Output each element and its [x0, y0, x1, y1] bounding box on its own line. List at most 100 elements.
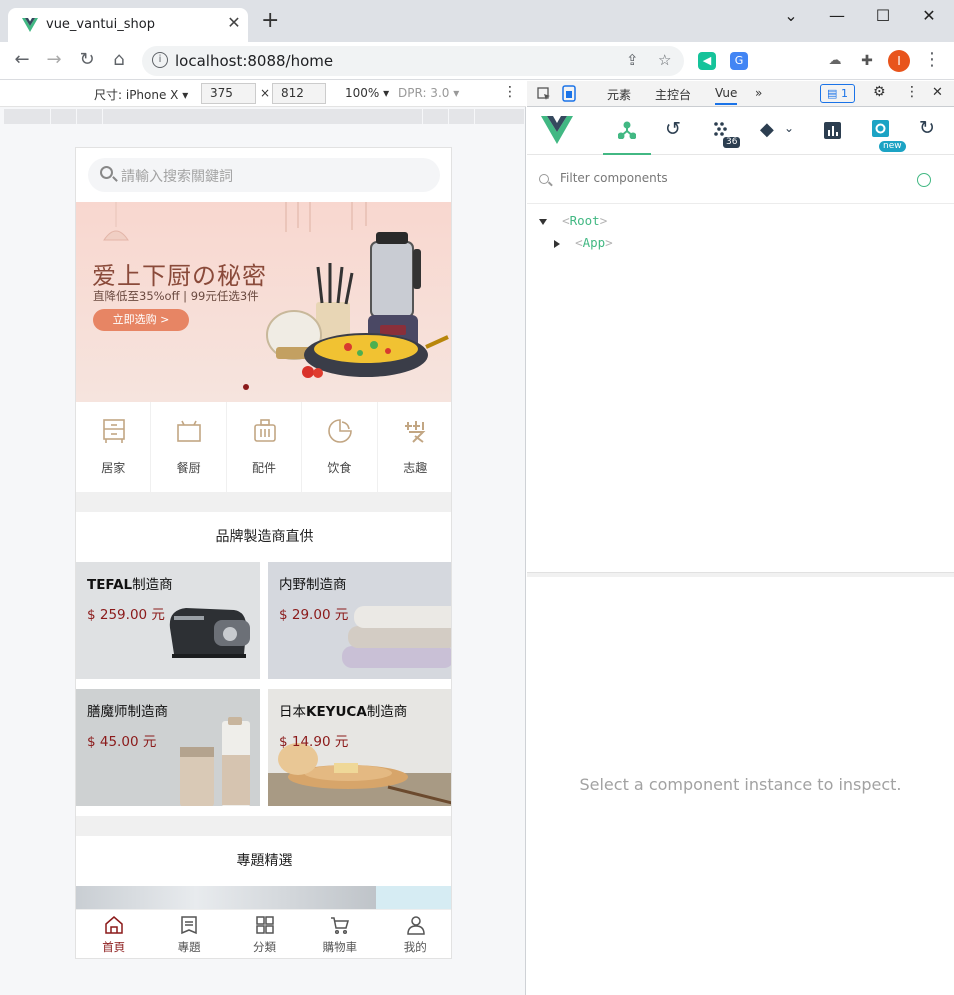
- forward-icon[interactable]: →: [42, 49, 66, 70]
- extension-audio-icon[interactable]: ◀: [698, 52, 716, 70]
- brand-price: $ 14.90 元: [279, 734, 349, 750]
- category-item-kitchen[interactable]: 餐厨: [151, 402, 227, 492]
- towels-image: [342, 606, 451, 668]
- tab-console[interactable]: 主控台: [655, 86, 691, 103]
- carousel-indicator[interactable]: [243, 384, 249, 390]
- home-icon: [105, 916, 123, 934]
- banner-subline: 直降低至35%off | 99元任选3件: [93, 289, 259, 303]
- new-badge: new: [879, 141, 906, 152]
- plugin-settings-tab[interactable]: new: [857, 107, 906, 155]
- timeline-tab[interactable]: ↺: [651, 107, 699, 155]
- tab-search-icon[interactable]: ⌄: [768, 6, 814, 25]
- category-item-hobby[interactable]: 志趣: [378, 402, 451, 492]
- tabbar-item-cart[interactable]: 購物車: [302, 910, 377, 958]
- toaster-image: [169, 608, 250, 658]
- issues-badge[interactable]: ▤ 1: [820, 84, 855, 103]
- dpr-select[interactable]: DPR: 3.0 ▾: [398, 86, 459, 100]
- refresh-icon[interactable]: ↻: [919, 117, 935, 139]
- minimize-icon[interactable]: —: [814, 6, 860, 25]
- components-tree-icon: [618, 121, 636, 139]
- topic-image[interactable]: [376, 886, 451, 909]
- tab-elements[interactable]: 元素: [607, 86, 631, 103]
- zoom-select[interactable]: 100% ▾: [345, 86, 389, 100]
- tabbar-item-categories[interactable]: 分類: [227, 910, 302, 958]
- close-devtools-icon[interactable]: ✕: [932, 85, 943, 100]
- tabbar-label: 專題: [177, 940, 201, 954]
- tree-node-root[interactable]: <Root>: [539, 213, 607, 228]
- reload-icon[interactable]: ↻: [75, 49, 99, 70]
- dots-grid-icon: [714, 122, 727, 136]
- device-toggle-icon[interactable]: [562, 85, 576, 102]
- thermos-image: [180, 717, 250, 806]
- tabbar-item-profile[interactable]: 我的: [378, 910, 451, 958]
- category-item-home[interactable]: 居家: [76, 402, 152, 492]
- home-icon[interactable]: ⌂: [107, 49, 131, 70]
- category-item-accessories[interactable]: 配件: [227, 402, 303, 492]
- new-tab-icon[interactable]: +: [261, 10, 279, 32]
- pot-icon: [177, 420, 202, 442]
- browser-tab[interactable]: vue_vantui_shop ✕: [8, 8, 248, 42]
- expanded-caret-icon[interactable]: [539, 218, 547, 225]
- back-icon[interactable]: ←: [10, 49, 34, 70]
- timeline-count-badge: 36: [723, 137, 741, 148]
- banner-cta-button[interactable]: 立即选购 >: [93, 309, 189, 331]
- brand-price: $ 45.00 元: [87, 734, 157, 750]
- close-tab-icon[interactable]: ✕: [225, 14, 243, 32]
- routes-tab[interactable]: ◆ ⌄: [752, 107, 802, 155]
- select-component-target-icon[interactable]: [917, 173, 931, 187]
- tabbar-label: 首頁: [102, 940, 126, 954]
- route-diamond-icon: ◆: [760, 119, 774, 140]
- search-placeholder: 請輸入搜索關鍵詞: [121, 169, 233, 185]
- settings-gear-icon[interactable]: ⚙: [873, 84, 886, 100]
- components-tab[interactable]: [603, 107, 651, 155]
- tabbar-item-home[interactable]: 首頁: [76, 910, 151, 958]
- component-filter-input[interactable]: Filter components: [527, 156, 954, 204]
- browser-toolbar: ← → ↻ ⌂ i localhost:8088/home ⇪ ☆ ◀ G ☁ …: [0, 42, 954, 110]
- category-item-food[interactable]: 饮食: [302, 402, 378, 492]
- phone-viewport: 請輸入搜索關鍵詞 爱上下厨の秘密 直降低至35%off | 99元任选3件 立即…: [75, 147, 452, 959]
- tabbar-label: 我的: [403, 940, 427, 954]
- media-query-ruler[interactable]: [4, 109, 524, 124]
- category-label: 志趣: [403, 461, 428, 475]
- events-tab[interactable]: 36: [699, 107, 747, 155]
- more-tabs-icon[interactable]: »: [755, 86, 762, 100]
- site-info-icon[interactable]: i: [152, 52, 168, 68]
- topic-image[interactable]: [76, 886, 376, 909]
- section-gap: [76, 492, 451, 512]
- brand-card-tefal[interactable]: TEFAL制造商 $ 259.00 元: [76, 562, 260, 679]
- brand-name: TEFAL制造商: [87, 577, 173, 593]
- profile-avatar[interactable]: I: [888, 50, 910, 72]
- inspect-element-icon[interactable]: [537, 87, 551, 101]
- hobby-icon: [404, 421, 425, 443]
- devtools-more-icon[interactable]: ⋮: [905, 84, 919, 100]
- grid-icon: [256, 916, 274, 934]
- user-icon: [406, 916, 425, 935]
- brand-card-thermos[interactable]: 膳魔师制造商 $ 45.00 元: [76, 689, 260, 806]
- window-close-icon[interactable]: ✕: [906, 6, 952, 25]
- tab-strip: vue_vantui_shop ✕ + ⌄ — ☐ ✕: [0, 0, 954, 42]
- extensions-puzzle-icon[interactable]: ✚: [858, 52, 876, 70]
- tree-node-app[interactable]: <App>: [554, 235, 613, 250]
- share-icon[interactable]: ⇪: [626, 51, 639, 69]
- collapsed-caret-icon[interactable]: [554, 239, 560, 248]
- tabbar-item-topics[interactable]: 專題: [151, 910, 226, 958]
- device-height-input[interactable]: 812: [272, 83, 326, 104]
- brand-card-uchino[interactable]: 内野制造商 $ 29.00 元: [268, 562, 451, 679]
- google-translate-icon[interactable]: G: [730, 52, 748, 70]
- bookmark-star-icon[interactable]: ☆: [658, 51, 671, 69]
- address-bar[interactable]: i localhost:8088/home ⇪ ☆: [142, 46, 684, 76]
- chevron-down-icon: ⌄: [784, 121, 795, 135]
- device-width-input[interactable]: 375: [201, 83, 256, 104]
- category-label: 饮食: [327, 461, 352, 475]
- performance-tab[interactable]: [809, 107, 857, 155]
- extension-cloud-icon[interactable]: ☁: [826, 52, 844, 70]
- chrome-menu-icon[interactable]: ⋮: [920, 49, 944, 70]
- maximize-icon[interactable]: ☐: [860, 6, 906, 25]
- device-select[interactable]: 尺寸: iPhone X ▾: [94, 86, 188, 103]
- search-input[interactable]: 請輸入搜索關鍵詞: [88, 158, 440, 192]
- pane-splitter[interactable]: [527, 572, 954, 577]
- tab-vue[interactable]: Vue: [715, 86, 738, 105]
- promo-banner[interactable]: 爱上下厨の秘密 直降低至35%off | 99元任选3件 立即选购 >: [76, 202, 451, 402]
- device-more-icon[interactable]: ⋮: [503, 84, 517, 100]
- brand-card-keyuca[interactable]: 日本KEYUCA制造商 $ 14.90 元: [268, 689, 451, 806]
